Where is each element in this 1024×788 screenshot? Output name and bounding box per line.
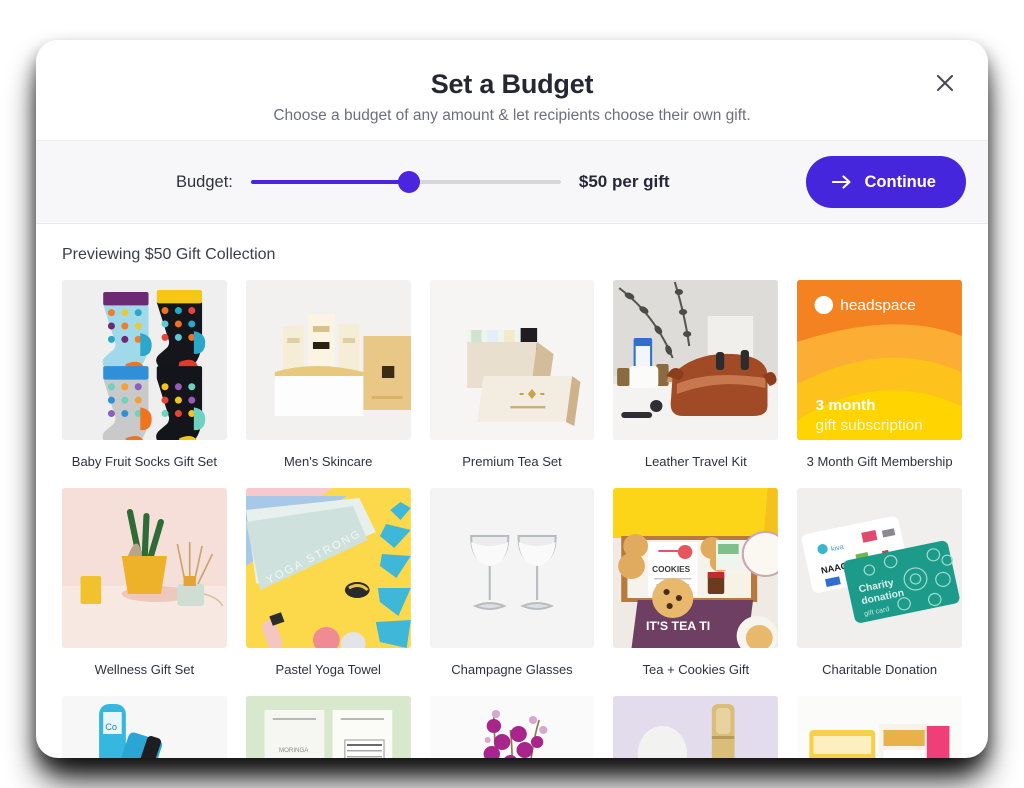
gift-image[interactable] [429, 280, 595, 440]
close-icon [935, 73, 955, 93]
gift-image[interactable]: MORINGA [245, 696, 411, 758]
gift-card[interactable]: Leather Travel Kit [613, 280, 779, 488]
gift-card[interactable]: COOKIES IT'S TEA TI Tea + Cookies Gift [613, 488, 779, 696]
set-budget-modal: Set a Budget Choose a budget of any amou… [36, 40, 988, 758]
gift-image[interactable] [62, 488, 227, 648]
gift-preview-section: Previewing $50 Gift Collection Baby Frui… [36, 224, 988, 758]
gift-card-partial[interactable]: Co [62, 696, 227, 758]
gift-card[interactable]: Champagne Glasses [429, 488, 595, 696]
gift-card-partial[interactable] [613, 696, 779, 758]
modal-subtitle: Choose a budget of any amount & let reci… [273, 107, 751, 124]
gift-image[interactable] [429, 488, 595, 648]
gift-label: Pastel Yoga Towel [275, 662, 381, 677]
gift-image[interactable]: Co [62, 696, 227, 758]
gift-image[interactable] [613, 280, 779, 440]
svg-text:Co: Co [105, 722, 117, 732]
budget-control-bar: Budget: $50 per gift Continue [36, 140, 988, 224]
gift-image[interactable]: VARIETY [797, 696, 962, 758]
budget-slider[interactable] [250, 171, 561, 193]
gift-card[interactable]: kiva NAACP Charity donation gift card Ch… [797, 488, 962, 696]
gift-image[interactable] [429, 696, 595, 758]
svg-text:gift subscription: gift subscription [816, 417, 923, 434]
gift-grid-row3: Co MORINGA VARIETY [62, 696, 962, 758]
gift-grid: Baby Fruit Socks Gift Set Men's Skincare… [62, 280, 962, 696]
gift-label: Baby Fruit Socks Gift Set [71, 454, 217, 469]
svg-text:IT'S TEA TI: IT'S TEA TI [646, 619, 710, 633]
gift-card[interactable]: Men's Skincare [245, 280, 411, 488]
svg-text:MORINGA: MORINGA [279, 747, 309, 754]
gift-image[interactable]: headspace 3 month gift subscription [797, 280, 962, 440]
modal-header: Set a Budget Choose a budget of any amou… [36, 40, 988, 140]
slider-thumb[interactable] [397, 171, 420, 193]
close-button[interactable] [928, 66, 962, 100]
gift-label: Charitable Donation [822, 662, 938, 677]
gift-card[interactable]: Premium Tea Set [429, 280, 595, 488]
budget-label: Budget: [176, 172, 233, 191]
continue-button-label: Continue [864, 172, 937, 191]
gift-label: Leather Travel Kit [644, 454, 747, 469]
gift-image[interactable] [62, 280, 227, 440]
gift-card[interactable]: Wellness Gift Set [62, 488, 227, 696]
slider-fill [250, 180, 409, 184]
gift-image[interactable]: COOKIES IT'S TEA TI [613, 488, 779, 648]
gift-image[interactable]: kiva NAACP Charity donation gift card [797, 488, 962, 648]
gift-label: Men's Skincare [283, 454, 373, 469]
gift-card[interactable]: headspace 3 month gift subscription 3 Mo… [797, 280, 962, 488]
svg-text:3 month: 3 month [816, 397, 876, 414]
screen: Set a Budget Choose a budget of any amou… [0, 0, 1024, 788]
gift-card-partial[interactable] [429, 696, 595, 758]
gift-card[interactable]: Baby Fruit Socks Gift Set [62, 280, 227, 488]
gift-label: Champagne Glasses [451, 662, 573, 677]
arrow-right-icon [831, 175, 852, 189]
gift-image[interactable]: YOGA STRONG [245, 488, 411, 648]
svg-text:headspace: headspace [840, 297, 916, 314]
continue-button[interactable]: Continue [805, 156, 966, 208]
gift-card-partial[interactable]: VARIETY [797, 696, 962, 758]
svg-text:COOKIES: COOKIES [653, 565, 692, 574]
page-title: Set a Budget [430, 69, 594, 99]
gift-label: Wellness Gift Set [94, 662, 195, 677]
gift-image[interactable] [613, 696, 779, 758]
gift-card[interactable]: YOGA STRONG Pastel Yoga Towel [245, 488, 411, 696]
gift-label: Tea + Cookies Gift [642, 662, 750, 677]
gift-label: 3 Month Gift Membership [806, 454, 953, 469]
gift-label: Premium Tea Set [462, 454, 562, 469]
budget-value: $50 per gift [578, 172, 670, 191]
preview-title: Previewing $50 Gift Collection [62, 246, 276, 263]
gift-card-partial[interactable]: MORINGA [245, 696, 411, 758]
gift-image[interactable] [245, 280, 411, 440]
